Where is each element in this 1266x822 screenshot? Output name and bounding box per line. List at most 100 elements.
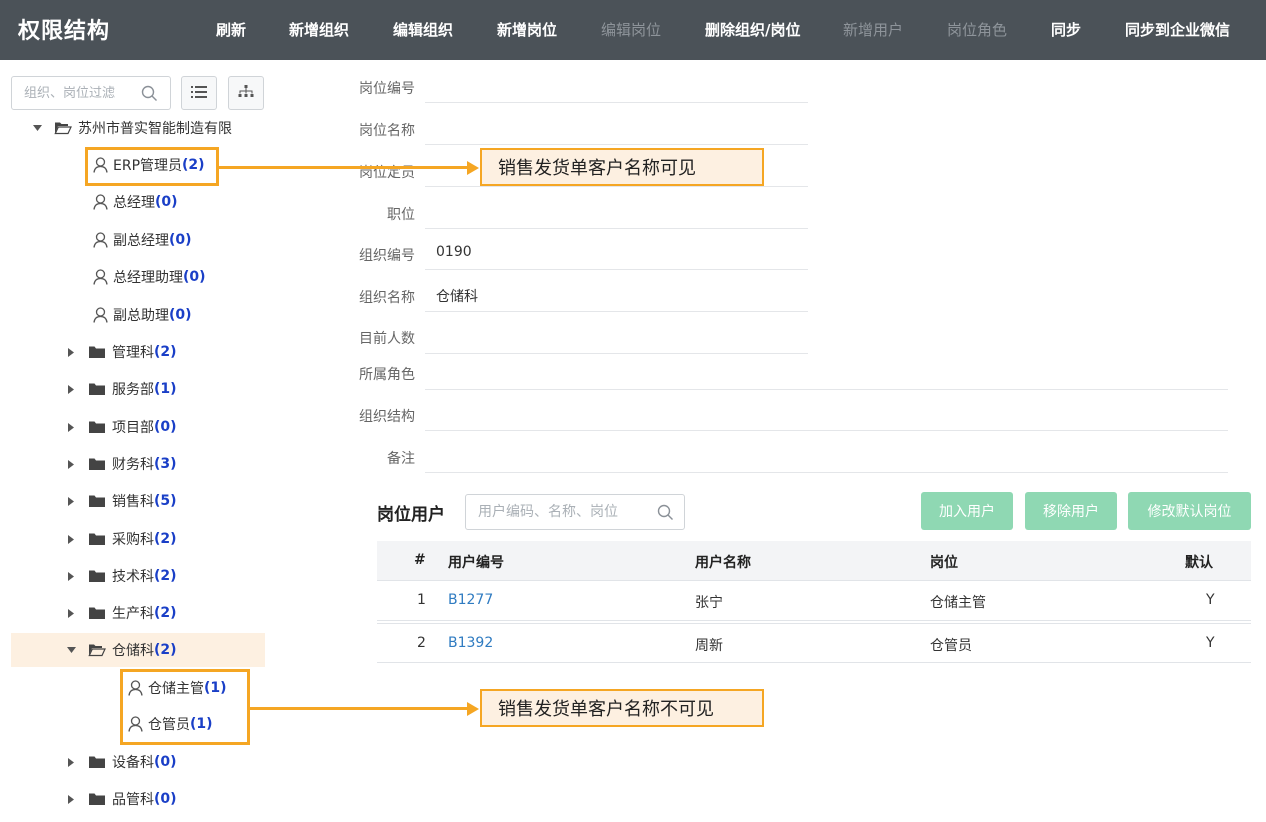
field-label-org-name: 组织名称 <box>359 290 415 306</box>
caret-right-icon[interactable] <box>66 347 76 357</box>
person-icon <box>93 307 108 323</box>
tree-node-dept[interactable]: 销售科 (5) <box>66 486 177 516</box>
tree-node-dept[interactable]: 采购科 (2) <box>66 524 177 554</box>
search-icon[interactable] <box>141 85 158 106</box>
field-value-org-name: 仓储科 <box>436 289 478 305</box>
add-user-to-post-button[interactable]: 加入用户 <box>921 492 1013 530</box>
caret-right-icon[interactable] <box>66 459 76 469</box>
user-post: 仓储主管 <box>930 595 986 611</box>
org-chart-icon <box>238 84 254 103</box>
tree-node-dept[interactable]: 技术科 (2) <box>66 561 177 591</box>
caret-right-icon[interactable] <box>66 422 76 432</box>
delete-org-post-button[interactable]: 删除组织/岗位 <box>705 19 800 40</box>
folder-open-icon <box>88 643 106 657</box>
tree-node-label: 副总经理 <box>113 233 169 249</box>
tree-node-label: 财务科 <box>112 457 154 473</box>
org-filter-input[interactable] <box>12 77 130 109</box>
folder-icon <box>88 569 106 583</box>
arrow-right-icon <box>467 160 479 175</box>
tree-node-general-manager[interactable]: 总经理 (0) <box>93 187 178 217</box>
tree-node-dept[interactable]: 财务科 (3) <box>66 449 177 479</box>
tree-node-dept[interactable]: 管理科 (2) <box>66 337 177 367</box>
arrow-right-icon <box>467 701 479 716</box>
folder-icon <box>88 755 106 769</box>
tree-node-count: (0) <box>183 269 206 285</box>
tree-node-label: 总经理 <box>113 195 155 211</box>
caret-right-icon[interactable] <box>66 608 76 618</box>
column-header-post[interactable]: 岗位 <box>930 552 958 572</box>
tree-node-count: (2) <box>154 605 177 621</box>
row-index: 2 <box>417 635 426 651</box>
post-users-title: 岗位用户 <box>377 505 445 525</box>
caret-right-icon[interactable] <box>66 384 76 394</box>
tree-node-deputy-assistant[interactable]: 副总助理 (0) <box>93 300 192 330</box>
field-label-headcount: 岗位定员 <box>359 165 415 181</box>
caret-down-icon[interactable] <box>32 123 42 133</box>
highlight-connector <box>250 707 469 710</box>
table-row[interactable]: 1 B1277 张宁 仓储主管 Y <box>377 581 1251 621</box>
field-label-role: 所属角色 <box>359 367 415 383</box>
field-label-post-code: 岗位编号 <box>359 81 415 97</box>
table-row[interactable]: 2 B1392 周新 仓管员 Y <box>377 623 1251 663</box>
user-code-link[interactable]: B1392 <box>448 635 493 651</box>
tree-node-gm-assistant[interactable]: 总经理助理 (0) <box>93 262 206 292</box>
change-default-post-button[interactable]: 修改默认岗位 <box>1128 492 1251 530</box>
user-code-link[interactable]: B1277 <box>448 592 493 608</box>
caret-right-icon[interactable] <box>66 794 76 804</box>
tree-node-label: 副总助理 <box>113 308 169 324</box>
caret-down-icon[interactable] <box>66 645 76 655</box>
list-view-button[interactable] <box>181 76 217 110</box>
tree-node-count: (0) <box>155 194 178 210</box>
post-role-button[interactable]: 岗位角色 <box>947 19 1007 40</box>
person-icon <box>93 194 108 210</box>
tree-node-label: 采购科 <box>112 532 154 548</box>
column-header-user-code[interactable]: 用户编号 <box>448 552 504 572</box>
user-name: 张宁 <box>695 595 723 611</box>
edit-post-button[interactable]: 编辑岗位 <box>601 19 661 40</box>
highlight-connector <box>219 166 469 169</box>
tree-node-label: 仓储科 <box>112 643 154 659</box>
tree-node-dept[interactable]: 品管科 (0) <box>66 784 177 814</box>
user-search-input[interactable] <box>466 495 646 529</box>
edit-org-button[interactable]: 编辑组织 <box>393 19 453 40</box>
folder-open-icon <box>54 121 72 135</box>
divider <box>425 228 808 229</box>
field-label-position: 职位 <box>387 207 415 223</box>
add-org-button[interactable]: 新增组织 <box>289 19 349 40</box>
tree-node-label: 生产科 <box>112 606 154 622</box>
folder-icon <box>88 494 106 508</box>
search-icon[interactable] <box>657 504 674 525</box>
tree-view-button[interactable] <box>228 76 264 110</box>
column-header-default[interactable]: 默认 <box>1185 552 1213 572</box>
tree-node-label: 服务部 <box>112 382 154 398</box>
folder-icon <box>88 792 106 806</box>
caret-right-icon[interactable] <box>66 571 76 581</box>
tree-node-dept[interactable]: 项目部 (0) <box>66 412 177 442</box>
tree-node-dept[interactable]: 服务部 (1) <box>66 374 177 404</box>
caret-right-icon[interactable] <box>66 757 76 767</box>
user-search <box>465 494 685 530</box>
field-label-org-structure: 组织结构 <box>359 409 415 425</box>
tree-node-count: (0) <box>169 307 192 323</box>
caret-right-icon[interactable] <box>66 496 76 506</box>
tree-node-deputy-gm[interactable]: 副总经理 (0) <box>93 225 192 255</box>
tree-node-dept[interactable]: 生产科 (2) <box>66 598 177 628</box>
column-header-user-name[interactable]: 用户名称 <box>695 552 751 572</box>
tree-node-warehouse-selected[interactable]: 仓储科 (2) <box>11 633 265 667</box>
tree-node-label: 技术科 <box>112 569 154 585</box>
highlight-box-warehouse-posts <box>120 669 250 745</box>
refresh-button[interactable]: 刷新 <box>216 19 246 40</box>
caret-right-icon[interactable] <box>66 534 76 544</box>
divider <box>425 144 808 145</box>
remove-user-button[interactable]: 移除用户 <box>1025 492 1117 530</box>
tree-node-dept[interactable]: 设备科 (0) <box>66 747 177 777</box>
sync-wechat-button[interactable]: 同步到企业微信 <box>1125 19 1230 40</box>
users-table-header: # 用户编号 用户名称 岗位 默认 <box>377 541 1251 581</box>
tree-node-root[interactable]: 苏州市普实智能制造有限 <box>32 113 232 143</box>
sync-button[interactable]: 同步 <box>1051 19 1081 40</box>
tree-node-label: 苏州市普实智能制造有限 <box>78 121 232 137</box>
add-user-button[interactable]: 新增用户 <box>843 19 903 40</box>
field-label-remark: 备注 <box>387 451 415 467</box>
row-index: 1 <box>417 592 426 608</box>
add-post-button[interactable]: 新增岗位 <box>497 19 557 40</box>
